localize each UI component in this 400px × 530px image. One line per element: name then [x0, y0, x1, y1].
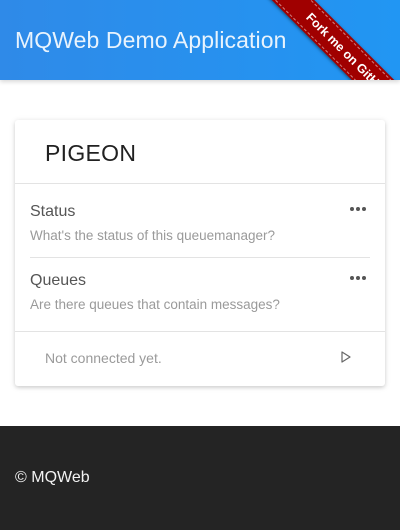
footer-copyright: © MQWeb — [15, 469, 90, 486]
list-item-subtitle: What's the status of this queuemanager? — [30, 228, 275, 243]
list-item-title: Status — [30, 203, 76, 220]
connection-status-text: Not connected yet. — [45, 350, 162, 366]
connect-play-button[interactable] — [337, 349, 355, 365]
card-divider — [15, 331, 385, 332]
app-footer: © MQWeb — [0, 426, 400, 530]
more-horizontal-icon — [350, 207, 366, 211]
page: MQWeb Demo Application Fork me on GitHub… — [0, 0, 400, 530]
ribbon-label: Fork me on GitHub — [268, 0, 400, 80]
list-item-status[interactable]: Status What's the status of this queuema… — [30, 202, 370, 262]
fork-on-github-ribbon[interactable]: Fork me on GitHub — [266, 0, 400, 80]
play-icon — [341, 351, 351, 363]
list-item-subtitle: Are there queues that contain messages? — [30, 297, 280, 312]
list-item-title: Queues — [30, 272, 87, 289]
app-header: MQWeb Demo Application Fork me on GitHub — [0, 0, 400, 80]
app-title: MQWeb Demo Application — [15, 27, 287, 53]
status-more-button[interactable] — [346, 202, 370, 218]
list-item-divider — [30, 257, 370, 258]
card-divider — [15, 183, 385, 184]
list-item-queues[interactable]: Queues Are there queues that contain mes… — [30, 271, 370, 331]
more-horizontal-icon — [350, 276, 366, 280]
queuemanager-name: PIGEON — [45, 140, 137, 166]
queuemanager-card: PIGEON Status What's the status of this … — [15, 120, 385, 386]
github-ribbon-container: Fork me on GitHub — [250, 0, 400, 80]
queues-more-button[interactable] — [346, 271, 370, 287]
